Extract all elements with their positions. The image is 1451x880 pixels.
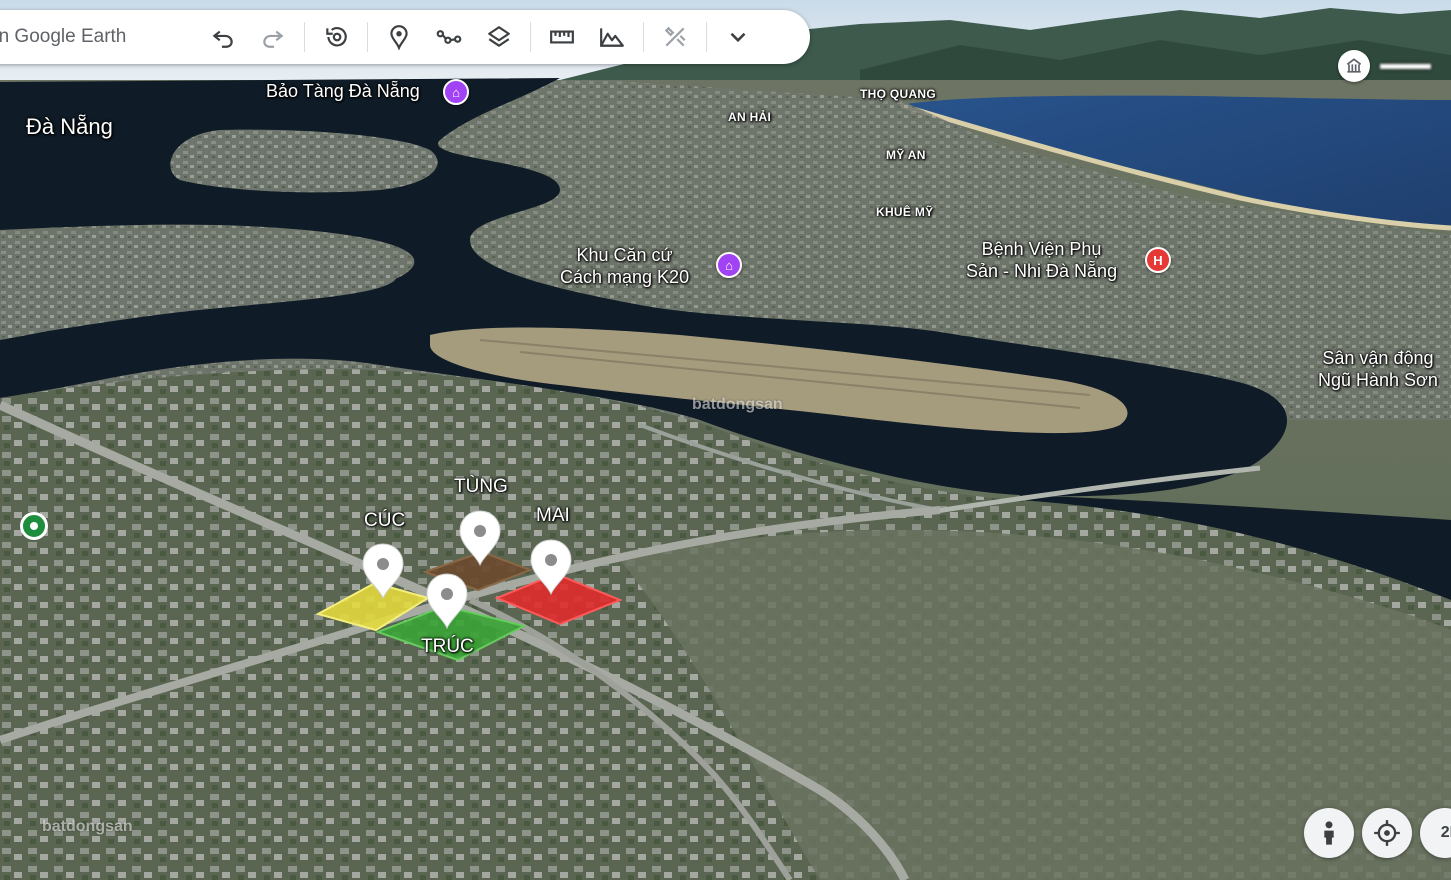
toolbar-divider [367, 22, 368, 52]
toolbar-divider [304, 22, 305, 52]
toolbar-divider [530, 22, 531, 52]
watermark: batdongsan [42, 818, 133, 835]
watermark: batdongsan [692, 396, 783, 413]
stadium-label-line1: Sân vận động [1322, 348, 1434, 368]
k20-label-line2: Cách mạng K20 [560, 267, 690, 287]
toolbar [0, 10, 810, 64]
city-label[interactable]: Đà Nẵng [26, 114, 113, 140]
hospital-label-line2: Sản - Nhi Đà Nẵng [966, 261, 1118, 281]
history-icon [326, 27, 347, 47]
location-pin-icon[interactable] [20, 512, 48, 540]
toolbar-divider [643, 22, 644, 52]
lot-truc-label[interactable]: TRÚC [421, 636, 474, 658]
tools-icon [664, 26, 686, 47]
add-path-button[interactable] [427, 15, 471, 59]
district-label: MỸ AN [886, 148, 926, 162]
add-placemark-button[interactable] [377, 15, 421, 59]
tools-button[interactable] [653, 15, 697, 59]
blurred-place-label: ▬▬▬ [1380, 54, 1431, 73]
layers-icon [488, 26, 510, 47]
satellite-map[interactable] [0, 0, 1451, 880]
chevron-down-icon [730, 32, 746, 43]
terrain-button[interactable] [590, 15, 634, 59]
museum-label[interactable]: Bảo Tàng Đà Nẵng [266, 80, 420, 102]
toolbar-divider [706, 22, 707, 52]
stadium-label[interactable]: Sân vận động Ngũ Hành Sơn [1318, 347, 1438, 391]
hospital-label-line1: Bệnh Viện Phụ [981, 239, 1102, 259]
museum-place-icon[interactable] [1338, 50, 1370, 82]
measure-button[interactable] [540, 15, 584, 59]
museum-icon[interactable]: ⌂ [443, 79, 469, 105]
street-view-button[interactable] [1304, 808, 1354, 858]
district-label: THỌ QUANG [860, 87, 937, 101]
search-input[interactable] [0, 26, 198, 48]
crosshair-icon [1374, 820, 1400, 846]
district-label: AN HẢI [728, 110, 772, 124]
layers-button[interactable] [477, 15, 521, 59]
ruler-icon [550, 30, 574, 44]
undo-icon [212, 30, 233, 48]
path-icon [436, 30, 462, 44]
placemark-icon [390, 25, 408, 50]
view-toggle-label: 2D [1440, 824, 1451, 841]
pegman-icon [1324, 821, 1334, 845]
k20-label-line1: Khu Căn cứ [576, 245, 673, 265]
stadium-label-line2: Ngũ Hành Sơn [1318, 370, 1438, 390]
hospital-icon[interactable]: H [1145, 247, 1171, 273]
k20-label[interactable]: Khu Căn cứ Cách mạng K20 [560, 244, 689, 288]
lot-tung-label[interactable]: TÙNG [454, 476, 508, 498]
district-label: KHUÊ MỸ [876, 205, 934, 219]
hospital-label[interactable]: Bệnh Viện Phụ Sản - Nhi Đà Nẵng [966, 238, 1117, 282]
undo-button[interactable] [201, 15, 245, 59]
museum-icon[interactable]: ⌂ [716, 252, 742, 278]
lot-mai-label[interactable]: MAI [536, 505, 570, 527]
lot-cuc-label[interactable]: CÚC [364, 510, 405, 532]
terrain-icon [600, 28, 624, 47]
more-button[interactable] [716, 15, 760, 59]
redo-icon [263, 30, 284, 48]
history-button[interactable] [314, 15, 358, 59]
redo-button[interactable] [251, 15, 295, 59]
my-location-button[interactable] [1362, 808, 1412, 858]
